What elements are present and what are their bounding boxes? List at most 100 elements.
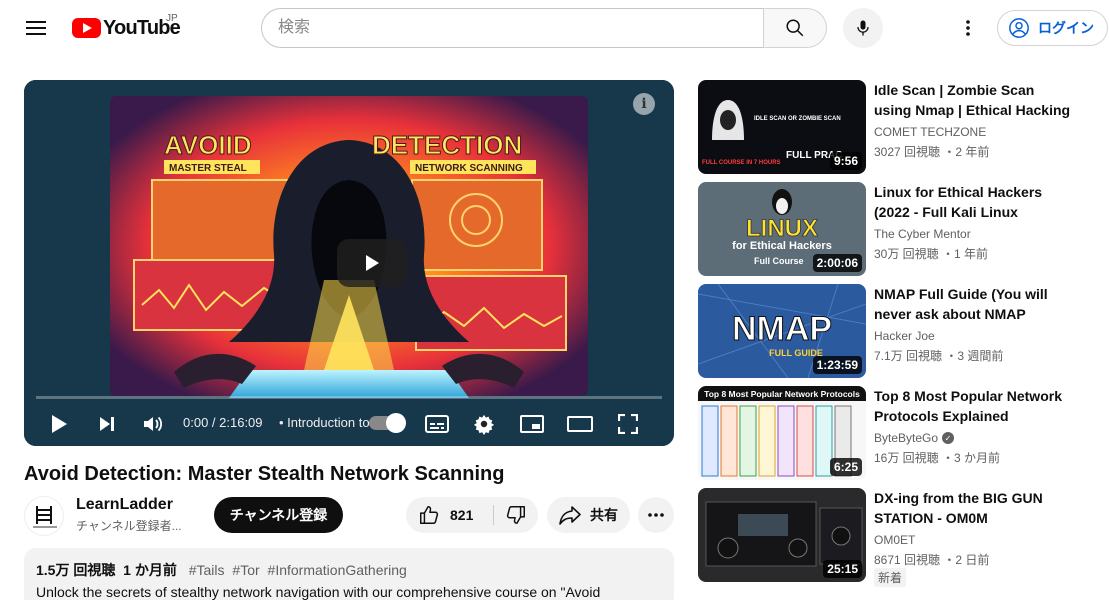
share-button[interactable]: 共有: [547, 497, 630, 533]
video-title: Avoid Detection: Master Stealth Network …: [24, 463, 505, 485]
related-meta: 16万 回視聴 ・3 か月前: [874, 451, 1001, 465]
description-box[interactable]: 1.5万 回視聴 1 か月前 #Tails #Tor #InformationG…: [24, 548, 674, 600]
info-icon[interactable]: i: [633, 93, 655, 115]
next-button[interactable]: [90, 402, 124, 446]
time-display: 0:00 / 2:16:09: [183, 415, 263, 430]
masthead: YouTube JP ログイン: [0, 0, 1109, 56]
youtube-logo[interactable]: YouTube: [72, 16, 181, 40]
description-text: Unlock the secrets of stealthy network n…: [36, 584, 601, 600]
login-label: ログイン: [1038, 20, 1094, 36]
account-icon: [1009, 18, 1029, 38]
hashtag[interactable]: #InformationGathering: [268, 562, 407, 578]
thumb-text: for Ethical Hackers: [732, 240, 832, 252]
progress-bar[interactable]: [36, 396, 662, 399]
thumbnail-headline-right: DETECTION: [372, 130, 522, 160]
volume-icon: [144, 416, 163, 432]
subscriber-count: チャンネル登録者...: [76, 519, 182, 533]
play-icon: [366, 255, 379, 271]
related-meta: 8671 回視聴 ・2 日前: [874, 553, 990, 567]
country-code: JP: [166, 13, 178, 24]
related-meta: 30万 回視聴 ・1 年前: [874, 247, 989, 261]
hashtag-list: #Tails #Tor #InformationGathering: [189, 562, 411, 578]
settings-button[interactable]: [467, 402, 501, 446]
chapter-title[interactable]: • Introduction to: [279, 415, 370, 430]
channel-avatar[interactable]: [24, 496, 64, 536]
more-actions-button[interactable]: [638, 497, 674, 533]
theater-mode-button[interactable]: [563, 402, 597, 446]
channel-name[interactable]: LearnLadder: [76, 496, 173, 514]
view-count: 1.5万 回視聴: [36, 562, 116, 578]
settings-more-button[interactable]: [948, 8, 988, 48]
miniplayer-button[interactable]: [515, 402, 549, 446]
autoplay-toggle[interactable]: [369, 413, 406, 433]
thumbnail-subtitle-right: NETWORK SCANNING: [415, 163, 523, 174]
fullscreen-button[interactable]: [611, 402, 645, 446]
play-icon: [52, 415, 67, 433]
thumbs-up-icon: [420, 506, 439, 524]
ladder-logo-icon: [33, 506, 57, 528]
thumb-text: NMAP: [732, 310, 832, 348]
subscribe-button[interactable]: チャンネル登録: [214, 497, 343, 533]
thumbs-down-icon: [506, 506, 525, 524]
search-button[interactable]: [763, 8, 827, 48]
related-video-item[interactable]: Top 8 Most Popular Network Protocols 6:2…: [698, 386, 1098, 480]
channel-name: ByteByteGo: [874, 431, 939, 445]
related-thumbnail: NMAP FULL GUIDE 1:23:59: [698, 284, 866, 378]
search-icon: [786, 19, 804, 37]
horizontal-dots-icon: [648, 513, 664, 517]
play-button[interactable]: [42, 402, 76, 446]
theater-icon: [567, 416, 593, 432]
related-video-item[interactable]: NMAP FULL GUIDE 1:23:59 NMAP Full Guide …: [698, 284, 1098, 378]
share-icon: [559, 506, 581, 525]
thumb-text: Full Course: [754, 256, 804, 266]
thumbnail-subtitle-left: MASTER STEAL: [169, 163, 247, 174]
mute-button[interactable]: [136, 402, 170, 446]
microphone-icon: [857, 20, 869, 36]
description-meta: 1.5万 回視聴 1 か月前 #Tails #Tor #InformationG…: [36, 562, 662, 578]
video-duration: 25:15: [823, 560, 862, 578]
large-play-button[interactable]: [337, 239, 407, 287]
search-box: [261, 8, 827, 48]
video-duration: 2:00:06: [812, 254, 862, 272]
hashtag[interactable]: #Tor: [232, 562, 259, 578]
like-button[interactable]: 821: [406, 497, 494, 533]
share-label: 共有: [590, 507, 618, 523]
dislike-button[interactable]: [494, 497, 538, 533]
channel-name: Hacker Joe: [874, 329, 935, 343]
related-video-item[interactable]: 25:15 DX-ing from the BIG GUN STATION - …: [698, 488, 1098, 587]
hamburger-icon: [26, 21, 46, 35]
gear-icon: [473, 414, 495, 435]
related-video-item[interactable]: LINUX for Ethical Hackers Full Course 2:…: [698, 182, 1098, 276]
miniplayer-icon: [520, 415, 544, 433]
video-duration: 1:23:59: [812, 356, 862, 374]
related-channel: COMET TECHZONE: [874, 125, 986, 139]
related-title: Idle Scan | Zombie Scan using Nmap | Eth…: [874, 82, 1071, 118]
related-channel: OM0ET: [874, 533, 915, 547]
related-channel: Hacker Joe: [874, 329, 935, 343]
video-player[interactable]: AVOIID DETECTION MASTER STEAL NETWORK SC…: [24, 80, 674, 446]
search-input[interactable]: [261, 8, 763, 48]
skip-next-icon: [100, 417, 114, 431]
video-duration: 9:56: [829, 152, 862, 170]
thumbnail-headline-left: AVOIID: [164, 130, 252, 160]
thumb-text: LINUX: [746, 215, 818, 242]
guide-menu-button[interactable]: [16, 8, 56, 48]
voice-search-button[interactable]: [843, 8, 883, 48]
vertical-dots-icon: [966, 20, 970, 36]
related-thumbnail: 25:15: [698, 488, 866, 582]
related-meta: 7.1万 回視聴 ・3 週間前: [874, 349, 1004, 363]
hashtag[interactable]: #Tails: [189, 562, 225, 578]
related-channel: The Cyber Mentor: [874, 227, 971, 241]
related-channel: ByteByteGo ✓: [874, 431, 955, 445]
related-meta: 3027 回視聴 ・2 年前: [874, 145, 990, 159]
related-title: Linux for Ethical Hackers (2022 - Full K…: [874, 184, 1043, 220]
subtitles-icon: [425, 415, 449, 433]
youtube-play-icon: [72, 18, 101, 38]
subtitles-button[interactable]: [420, 402, 454, 446]
channel-name: COMET TECHZONE: [874, 125, 987, 139]
related-video-item[interactable]: IDLE SCAN OR ZOMBIE SCAN FULL PRAC FULL …: [698, 80, 1098, 174]
verified-icon: ✓: [942, 432, 955, 444]
channel-name: OM0ET: [874, 533, 916, 547]
login-button[interactable]: ログイン: [997, 10, 1108, 46]
thumb-text: IDLE SCAN OR ZOMBIE SCAN: [754, 116, 841, 122]
